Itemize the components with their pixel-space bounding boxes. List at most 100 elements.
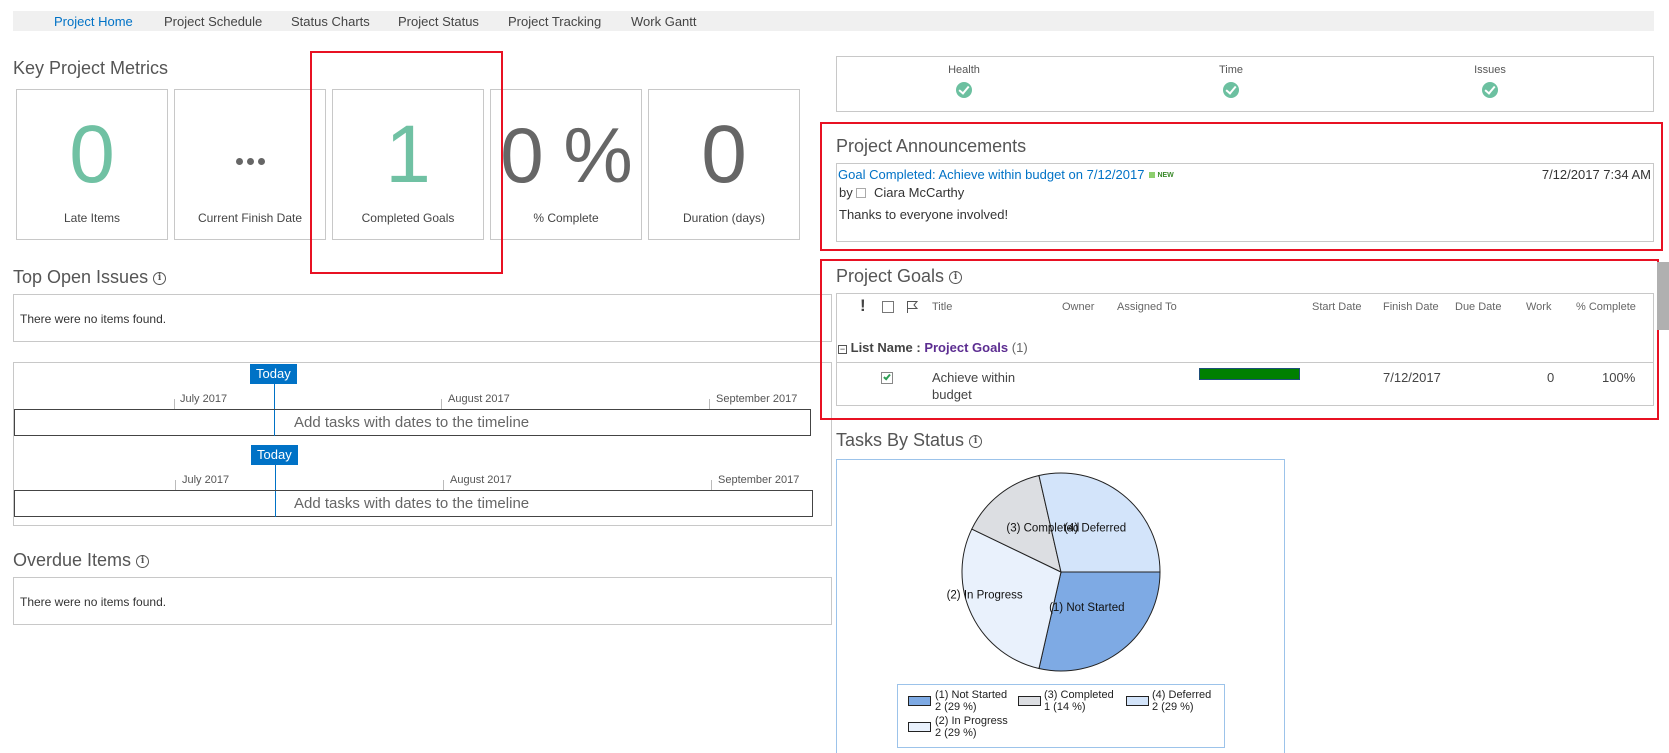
- status-time: Time: [1191, 64, 1271, 103]
- announcement-author[interactable]: Ciara McCarthy: [874, 185, 964, 200]
- nav-project-home[interactable]: Project Home: [54, 14, 133, 29]
- today-marker: Today: [251, 445, 298, 465]
- metric-value: 0: [69, 109, 115, 200]
- top-navigation: Project Home Project Schedule Status Cha…: [13, 11, 1654, 31]
- month-label-september: September 2017: [718, 474, 800, 486]
- month-label-august: August 2017: [448, 393, 510, 405]
- col-work[interactable]: Work: [1526, 301, 1551, 313]
- status-label: Issues: [1474, 64, 1506, 76]
- new-icon: [1149, 172, 1156, 178]
- nav-project-tracking[interactable]: Project Tracking: [508, 14, 601, 29]
- goal-title-line1: Achieve within: [932, 370, 1016, 385]
- legend-value: 1 (14 %): [1044, 701, 1086, 713]
- announcement-title-link[interactable]: Goal Completed: Achieve within budget on…: [838, 167, 1144, 182]
- announcement-body: Thanks to everyone involved!: [839, 207, 1009, 222]
- goal-title-link[interactable]: Achieve within budget: [932, 369, 1015, 403]
- status-health: Health: [924, 64, 1004, 103]
- month-label-august: August 2017: [450, 474, 512, 486]
- month-label-july: July 2017: [182, 474, 230, 486]
- info-icon[interactable]: i: [153, 271, 167, 285]
- goal-row[interactable]: Achieve within budget 7/12/2017 0 100%: [837, 363, 1653, 405]
- metric-value: 0: [701, 109, 747, 200]
- month-label-september: September 2017: [716, 393, 798, 405]
- overdue-title: Overdue Items i: [13, 550, 150, 571]
- by-prefix: by: [839, 185, 853, 200]
- metric-label: Completed Goals: [361, 211, 455, 225]
- col-start-date[interactable]: Start Date: [1312, 301, 1362, 313]
- timeline-placeholder: Add tasks with dates to the timeline: [294, 414, 530, 431]
- metric-tile-late-items[interactable]: 0 Late Items: [16, 89, 168, 240]
- row-checkbox[interactable]: [881, 372, 893, 384]
- info-icon[interactable]: i: [949, 270, 963, 284]
- status-issues: Issues: [1450, 64, 1530, 103]
- overdue-title-text: Overdue Items: [13, 550, 132, 570]
- metric-value: 0 %: [500, 111, 632, 199]
- nav-status-charts[interactable]: Status Charts: [291, 14, 370, 29]
- tasks-chart-title-text: Tasks By Status: [836, 430, 965, 450]
- nav-project-status[interactable]: Project Status: [398, 14, 479, 29]
- metric-tile-percent-complete[interactable]: 0 % % Complete: [490, 89, 642, 240]
- goal-work: 0: [1547, 370, 1555, 385]
- goal-finish-date: 7/12/2017: [1383, 370, 1441, 385]
- legend-item-deferred: (4) Deferred 2 (29 %): [1152, 689, 1211, 713]
- scrollbar-thumb[interactable]: [1657, 262, 1669, 330]
- legend-value: 2 (29 %): [1152, 701, 1194, 713]
- select-all-checkbox[interactable]: [882, 301, 894, 313]
- col-assigned-to[interactable]: Assigned To: [1117, 301, 1177, 313]
- legend-swatch-deferred: [1126, 696, 1149, 706]
- status-label: Health: [948, 64, 980, 76]
- metric-tile-duration[interactable]: 0 Duration (days): [648, 89, 800, 240]
- info-icon[interactable]: i: [969, 434, 983, 448]
- legend-value: 2 (29 %): [935, 727, 977, 739]
- col-title[interactable]: Title: [932, 301, 952, 313]
- today-line: [274, 410, 275, 436]
- group-count: (1): [1011, 340, 1028, 355]
- goals-title-text: Project Goals: [836, 266, 945, 286]
- legend-swatch-completed: [1018, 696, 1041, 706]
- col-owner[interactable]: Owner: [1062, 301, 1094, 313]
- nav-work-gantt[interactable]: Work Gantt: [631, 14, 697, 29]
- announcements-panel: Goal Completed: Achieve within budget on…: [836, 163, 1654, 242]
- metric-label: Current Finish Date: [197, 211, 303, 225]
- legend-item-not-started: (1) Not Started 2 (29 %): [935, 689, 1007, 713]
- legend-swatch-in-progress: [908, 722, 931, 732]
- month-tick: [175, 480, 176, 490]
- new-badge: NEW: [1149, 172, 1174, 179]
- check-icon: [883, 372, 891, 381]
- pie-chart: (1) Not Started(2) In Progress(3) Comple…: [947, 472, 1161, 672]
- flag-icon[interactable]: [906, 300, 919, 314]
- goal-progress-fill: [1200, 369, 1299, 379]
- legend-label: (3) Completed: [1044, 689, 1114, 701]
- metric-tile-completed-goals[interactable]: 1 Completed Goals: [332, 89, 484, 240]
- goal-progress-bar: [1199, 368, 1300, 380]
- status-label: Time: [1218, 64, 1244, 76]
- timeline-placeholder: Add tasks with dates to the timeline: [294, 495, 530, 512]
- month-tick: [174, 399, 175, 409]
- pie-label-4-deferred: (4) Deferred: [1064, 523, 1126, 535]
- col-due-date[interactable]: Due Date: [1455, 301, 1501, 313]
- legend-label: (4) Deferred: [1152, 689, 1212, 701]
- presence-icon: [856, 188, 867, 198]
- issues-title-text: Top Open Issues: [13, 267, 149, 287]
- legend-label: (1) Not Started: [935, 689, 1008, 701]
- collapse-icon[interactable]: −: [838, 345, 847, 354]
- info-icon[interactable]: i: [136, 554, 150, 568]
- announcement-byline: by Ciara McCarthy: [839, 185, 964, 200]
- col-finish-date[interactable]: Finish Date: [1383, 301, 1439, 313]
- issues-empty-text: There were no items found.: [20, 312, 167, 326]
- ellipsis-icon: [175, 152, 325, 170]
- issues-title: Top Open Issues i: [13, 267, 167, 288]
- goal-title-line2: budget: [932, 387, 972, 402]
- announcement-item: Goal Completed: Achieve within budget on…: [838, 167, 1174, 182]
- col-percent-complete[interactable]: % Complete: [1576, 301, 1636, 313]
- metric-tile-current-finish-date[interactable]: Current Finish Date: [174, 89, 326, 240]
- today-marker: Today: [250, 364, 297, 384]
- pie-label-1-not-started: (1) Not Started: [1049, 602, 1124, 614]
- group-header[interactable]: − List Name : Project Goals (1): [838, 340, 1028, 355]
- new-badge-text: NEW: [1157, 172, 1174, 179]
- pie-label-2-in-progress: (2) In Progress: [947, 589, 1023, 601]
- tasks-chart-title: Tasks By Status i: [836, 430, 983, 451]
- metrics-title: Key Project Metrics: [13, 58, 169, 78]
- nav-project-schedule[interactable]: Project Schedule: [164, 14, 262, 29]
- priority-column-icon[interactable]: !: [860, 296, 866, 316]
